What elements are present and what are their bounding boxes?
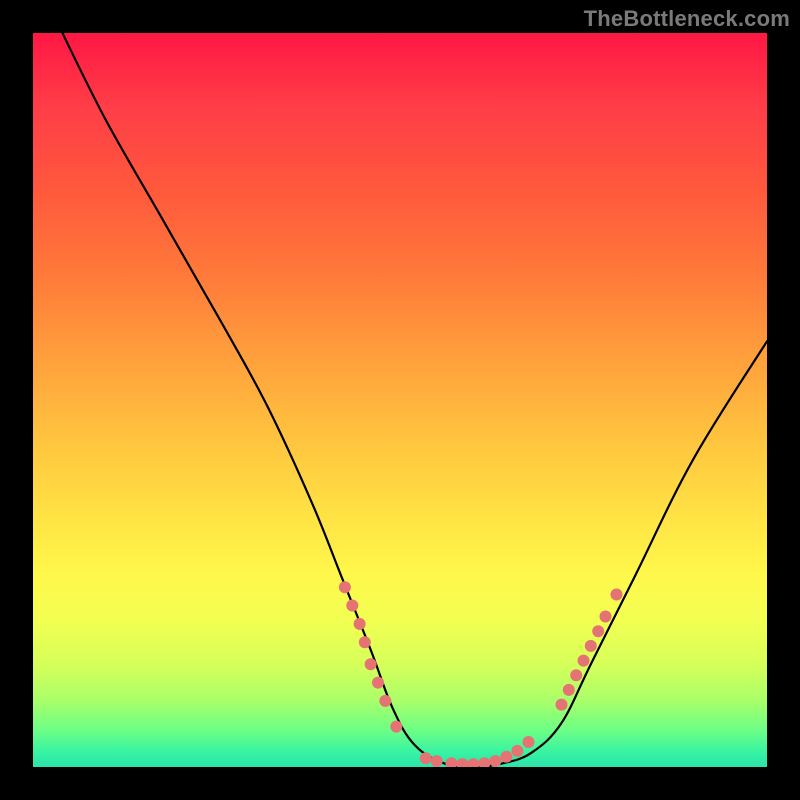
marker-dot [431,755,443,767]
marker-dot [478,757,490,767]
marker-cluster-right [556,589,623,711]
marker-dot [523,736,535,748]
marker-dot [600,611,612,623]
marker-dot [354,618,366,630]
marker-dot [420,752,432,764]
marker-dot [359,636,371,648]
marker-dot [339,581,351,593]
marker-dot [578,655,590,667]
marker-dot [592,625,604,637]
chart-stage: TheBottleneck.com [0,0,800,800]
marker-dot [346,600,358,612]
marker-dot [445,757,457,767]
marker-dot [489,755,501,767]
marker-cluster-bottom [420,736,535,767]
marker-dot [467,758,479,767]
marker-dot [456,758,468,767]
marker-dot [570,669,582,681]
marker-dot [379,695,391,707]
marker-dot [611,589,623,601]
marker-dot [511,745,523,757]
marker-dot [500,751,512,763]
marker-dot [556,699,568,711]
chart-svg [33,33,767,767]
marker-dot [372,677,384,689]
plot-area [33,33,767,767]
marker-dot [563,684,575,696]
bottleneck-curve [62,33,767,767]
marker-dot [390,721,402,733]
watermark-text: TheBottleneck.com [584,6,790,32]
marker-dot [585,640,597,652]
marker-dot [365,658,377,670]
